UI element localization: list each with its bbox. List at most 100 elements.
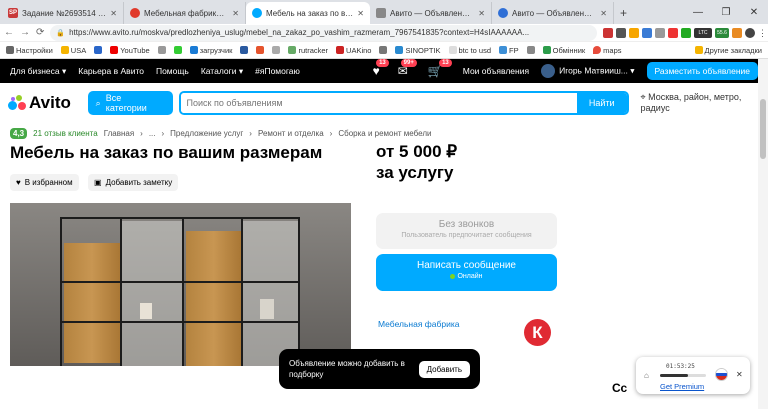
collection-toast: Объявление можно добавить в подборку Доб… bbox=[279, 349, 480, 389]
seller-logo[interactable]: К bbox=[524, 319, 551, 346]
forward-icon[interactable]: → bbox=[20, 27, 30, 38]
page-scrollbar[interactable] bbox=[758, 59, 768, 409]
close-icon[interactable]: ✕ bbox=[357, 9, 364, 18]
seller-name-link[interactable]: Мебельная фабрика bbox=[378, 319, 460, 329]
close-icon[interactable]: ✕ bbox=[478, 9, 485, 18]
avito-logo[interactable]: Avito bbox=[8, 93, 82, 113]
page-title: Мебель на заказ по вашим размерам bbox=[10, 143, 323, 162]
bookmark-exchanger[interactable]: Обмінник bbox=[542, 46, 585, 55]
russia-flag-icon[interactable] bbox=[715, 368, 728, 381]
close-icon[interactable]: ✕ bbox=[110, 9, 117, 18]
tab-favicon bbox=[130, 8, 140, 18]
bookmark-icon-only[interactable] bbox=[173, 46, 182, 54]
bookmark-other[interactable]: Другие закладки bbox=[694, 46, 762, 55]
breadcrumb-item[interactable]: Сборка и ремонт мебели bbox=[338, 129, 431, 138]
extension-ltc[interactable]: LTC bbox=[694, 27, 712, 38]
location-text: Москва, район, метро, радиус bbox=[640, 92, 742, 113]
bookmark-favicon-icon bbox=[499, 46, 508, 54]
bookmark-icon-only[interactable] bbox=[379, 46, 388, 54]
menu-icon[interactable]: ⋮ bbox=[758, 28, 767, 38]
bookmark-sinoptik[interactable]: SINOPTIK bbox=[395, 46, 441, 55]
bookmark-settings[interactable]: Настройки bbox=[6, 46, 53, 55]
avito-topbar: Для бизнеса ▾ Карьера в Авито Помощь Кат… bbox=[0, 59, 768, 83]
bookmark-usa[interactable]: USA bbox=[60, 45, 87, 55]
bookmark-fp[interactable]: FP bbox=[499, 46, 519, 55]
vpn-widget: ⌂ 01:53:25 Get Premium ✕ bbox=[636, 357, 750, 394]
breadcrumb-item[interactable]: ... bbox=[149, 129, 156, 138]
close-icon[interactable]: ✕ bbox=[736, 370, 743, 379]
bookmark-youtube[interactable]: YouTube bbox=[110, 46, 150, 55]
bookmark-btc[interactable]: btc to usd bbox=[448, 46, 491, 55]
my-ads-link[interactable]: Мои объявления bbox=[463, 66, 529, 76]
add-note-button[interactable]: ▣ Добавить заметку bbox=[88, 174, 179, 191]
close-icon[interactable]: ✕ bbox=[232, 9, 239, 18]
bookmark-icon-only[interactable] bbox=[94, 46, 103, 54]
help-link[interactable]: Помощь bbox=[156, 66, 189, 76]
favorite-button[interactable]: ♥ В избранном bbox=[10, 174, 79, 191]
breadcrumb-item[interactable]: Ремонт и отделка bbox=[258, 129, 324, 138]
bookmark-favicon-icon bbox=[379, 46, 388, 54]
maximize-icon[interactable]: ❐ bbox=[712, 7, 740, 18]
messages-badge: 99+ bbox=[400, 59, 417, 67]
bookmarks-bar: Настройки USA YouTube загрузчик rutracke… bbox=[0, 42, 768, 59]
minimize-icon[interactable]: — bbox=[684, 7, 712, 18]
browser-tab-4[interactable]: Авито — Объявления на сайт ✕ bbox=[370, 2, 492, 24]
toast-add-button[interactable]: Добавить bbox=[418, 360, 470, 378]
profile-icon[interactable] bbox=[745, 27, 755, 38]
ya-pomogayu-link[interactable]: #яПомогаю bbox=[255, 66, 300, 76]
favorites-icon[interactable]: ♥ 13 bbox=[373, 59, 389, 78]
breadcrumb-item[interactable]: Предложение услуг bbox=[170, 129, 243, 138]
rating-badge: 4,3 bbox=[10, 127, 28, 139]
youtube-icon bbox=[110, 46, 119, 54]
extension-icon[interactable] bbox=[668, 27, 678, 38]
scrollbar-thumb[interactable] bbox=[760, 99, 766, 159]
bookmark-maps[interactable]: maps bbox=[593, 46, 622, 55]
bookmark-uakino[interactable]: UAKino bbox=[336, 46, 371, 55]
breadcrumb-item[interactable]: Главная bbox=[104, 129, 134, 138]
back-icon[interactable]: ← bbox=[4, 27, 14, 38]
place-ad-button[interactable]: Разместить объявление bbox=[646, 62, 758, 80]
bookmark-rutracker[interactable]: rutracker bbox=[288, 46, 328, 55]
url-field[interactable]: 🔒 https://www.avito.ru/moskva/predlozhen… bbox=[50, 24, 597, 41]
catalogs-menu[interactable]: Каталоги ▾ bbox=[201, 66, 243, 77]
browser-tab-5[interactable]: Авито — Объявления на сайт ✕ bbox=[492, 2, 614, 24]
bookmark-icon-only[interactable] bbox=[272, 46, 281, 54]
messages-icon[interactable]: ✉ 99+ bbox=[398, 59, 417, 78]
extension-icon[interactable] bbox=[629, 27, 639, 38]
reviews-link[interactable]: 21 отзыв клиента bbox=[33, 129, 98, 138]
browser-tab-2[interactable]: Мебельная фабрика Комфор ✕ bbox=[124, 2, 246, 24]
browser-tab-1[interactable]: SP Задание №2693514 - просмо ✕ bbox=[2, 2, 124, 24]
vpn-pin-icon[interactable]: ⌂ bbox=[644, 371, 649, 380]
for-business-menu[interactable]: Для бизнеса ▾ bbox=[10, 66, 66, 77]
bookmark-favicon-icon bbox=[542, 46, 551, 54]
new-tab-button[interactable]: + bbox=[614, 2, 633, 24]
bookmark-icon-only[interactable] bbox=[526, 46, 535, 54]
all-categories-button[interactable]: ⌕ Все категории bbox=[87, 91, 173, 115]
bookmark-icon-only[interactable] bbox=[240, 46, 249, 54]
extension-icon[interactable] bbox=[642, 27, 652, 38]
bookmark-icon-only[interactable] bbox=[256, 46, 265, 54]
close-icon[interactable]: ✕ bbox=[600, 9, 607, 18]
user-menu[interactable]: Игорь Матвииш... ▾ bbox=[541, 64, 635, 78]
extension-icon[interactable] bbox=[681, 27, 691, 38]
extension-icon[interactable] bbox=[603, 27, 613, 38]
browser-tab-active[interactable]: Мебель на заказ по вашим р ✕ bbox=[246, 2, 370, 24]
bookmark-downloader[interactable]: загрузчик bbox=[189, 46, 232, 55]
career-link[interactable]: Карьера в Авито bbox=[78, 66, 144, 76]
bookmark-favicon-icon bbox=[94, 46, 103, 54]
extension-icon[interactable] bbox=[732, 27, 742, 38]
bookmark-icon-only[interactable] bbox=[157, 46, 166, 54]
location-selector[interactable]: ⌖ Москва, район, метро, радиус bbox=[641, 92, 760, 114]
close-window-icon[interactable]: ✕ bbox=[740, 7, 768, 18]
search-button[interactable]: Найти bbox=[576, 93, 627, 113]
extension-icon[interactable] bbox=[655, 27, 665, 38]
search-input[interactable] bbox=[180, 93, 577, 113]
extension-ltc-value[interactable]: 55.6 bbox=[715, 27, 729, 38]
reload-icon[interactable]: ⟳ bbox=[36, 27, 44, 38]
bookmark-label: USA bbox=[70, 45, 87, 55]
write-message-button[interactable]: Написать сообщение Онлайн bbox=[376, 254, 557, 291]
extension-icon[interactable] bbox=[616, 27, 626, 38]
listing-photo[interactable] bbox=[10, 203, 351, 366]
cart-icon[interactable]: 🛒 13 bbox=[428, 59, 452, 78]
get-premium-link[interactable]: Get Premium bbox=[660, 382, 704, 391]
